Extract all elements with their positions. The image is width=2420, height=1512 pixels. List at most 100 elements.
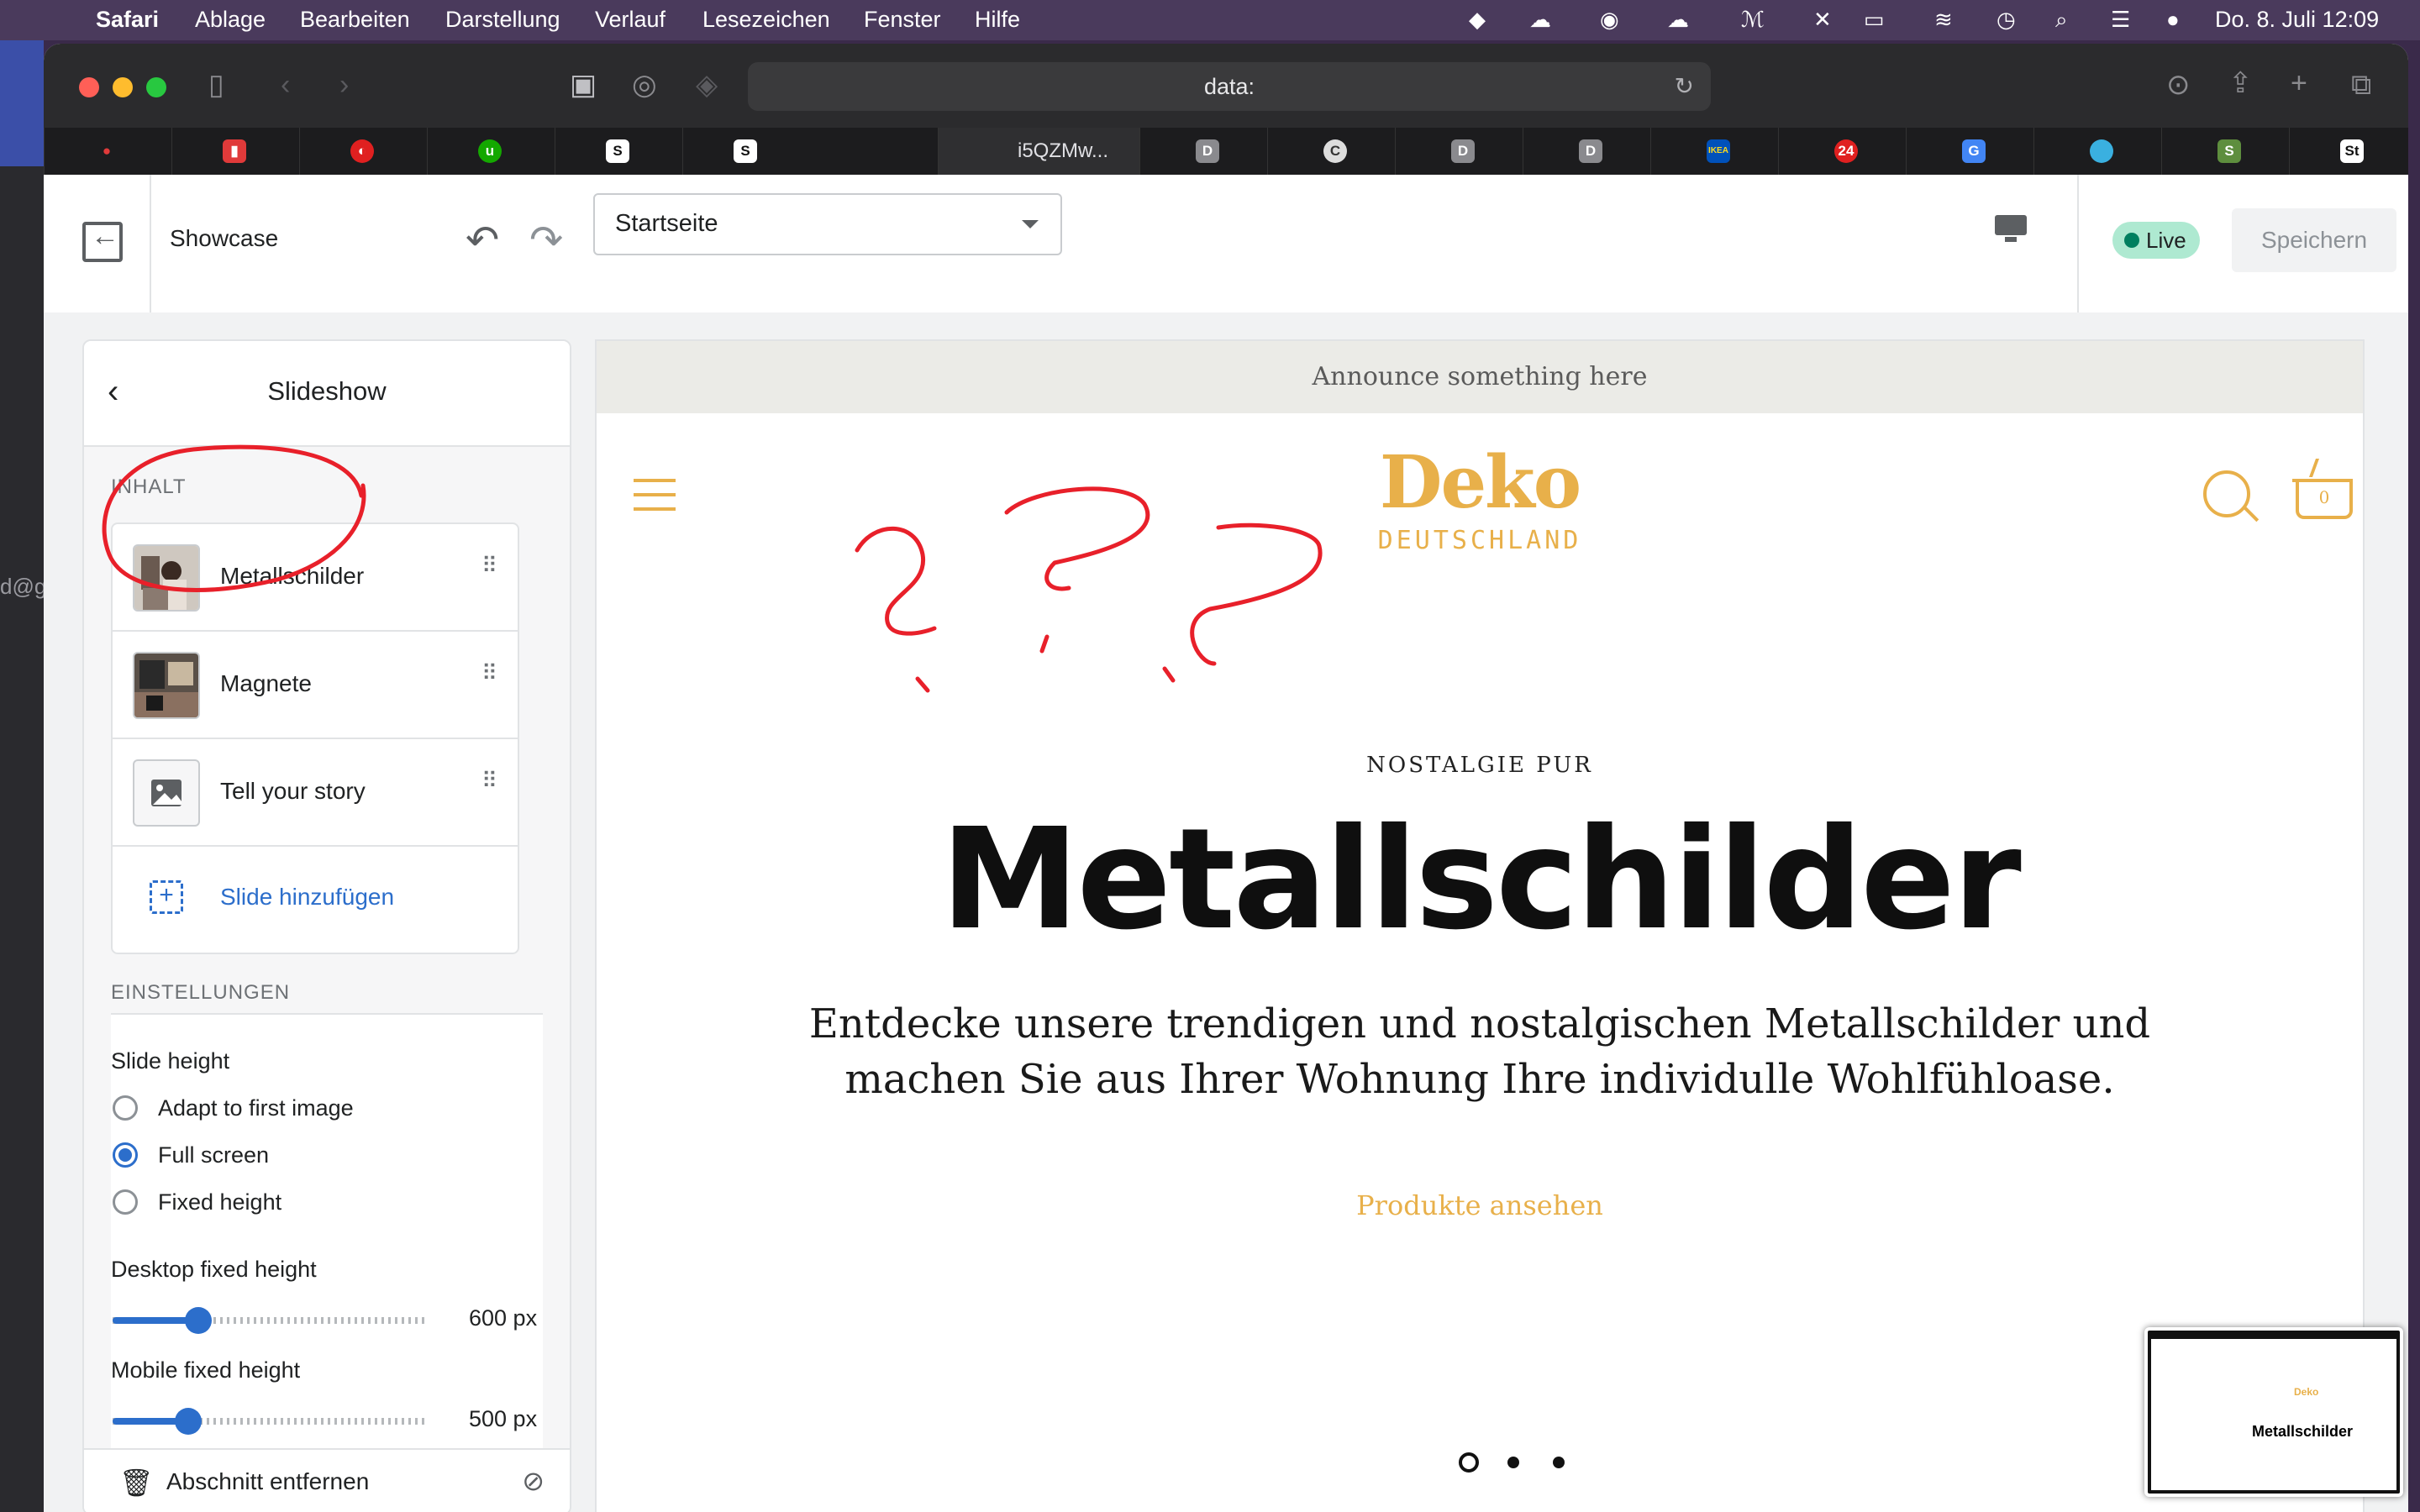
blue-circle-favicon-icon [2090, 139, 2113, 163]
radio-full-screen[interactable] [113, 1142, 138, 1168]
bluetooth-off-icon[interactable]: ✕ [1813, 7, 1832, 33]
tab[interactable]: D [1139, 128, 1268, 175]
store-preview: Announce something here Deko DEUTSCHLAND… [595, 339, 2365, 1512]
slide-dot[interactable] [1507, 1457, 1519, 1468]
block-item-magnete[interactable]: Magnete ⠿ [113, 632, 518, 739]
menu-bearbeiten[interactable]: Bearbeiten [300, 7, 410, 33]
active-tab[interactable]: i5QZMw... [938, 128, 1140, 175]
chevron-down-icon [1022, 220, 1039, 228]
search-icon[interactable] [2203, 470, 2250, 517]
tab[interactable] [2033, 128, 2162, 175]
hide-section-icon[interactable]: ⊘ [522, 1465, 544, 1497]
tab[interactable]: u [427, 128, 555, 175]
dropbox-icon[interactable]: ◆ [1469, 7, 1486, 33]
zoom-window-button[interactable] [146, 77, 166, 97]
desktop-height-slider[interactable] [113, 1307, 429, 1334]
menu-fenster[interactable]: Fenster [864, 7, 941, 33]
share-icon[interactable]: ⇪ [2228, 69, 2253, 97]
back-icon[interactable]: ‹ [281, 71, 290, 99]
tab[interactable]: IKEA [1650, 128, 1779, 175]
menu-app-name[interactable]: Safari [96, 7, 159, 33]
time-machine-icon[interactable]: ◷ [1996, 7, 2016, 33]
tab[interactable]: D [1523, 128, 1651, 175]
trash-icon[interactable]: 🗑 [119, 1467, 154, 1499]
add-slide-button[interactable]: + Slide hinzufügen [113, 843, 518, 951]
editor-header: Showcase ↶ ↷ Startseite Live Speichern [44, 175, 2408, 314]
slide-thumbnail [133, 544, 200, 612]
control-center-icon[interactable]: ☰ [2111, 7, 2130, 33]
tab-overview-icon[interactable]: ⧉ [2351, 71, 2371, 99]
menu-darstellung[interactable]: Darstellung [445, 7, 560, 33]
forward-icon[interactable]: › [339, 71, 349, 99]
radio-adapt-to-first-image[interactable] [113, 1095, 138, 1121]
upload-cloud-icon[interactable]: ☁ [1667, 7, 1689, 33]
cart-icon[interactable]: 0 [2292, 479, 2353, 519]
st-favicon-icon: St [2340, 139, 2364, 163]
page-select[interactable]: Startseite [593, 193, 1062, 255]
d-favicon-icon: D [1196, 139, 1219, 163]
shopify-favicon-icon: S [2217, 139, 2241, 163]
section-settings-sidebar: ‹ Slideshow INHALT Metallschilder ⠿ Magn… [82, 339, 571, 1512]
sidebar-toggle-icon[interactable]: ▯ [208, 71, 224, 99]
close-window-button[interactable] [79, 77, 99, 97]
new-tab-icon[interactable]: + [2291, 69, 2307, 97]
mobile-height-slider[interactable] [113, 1408, 429, 1435]
privacy-shield-icon[interactable]: ◈ [696, 71, 718, 99]
status-label: Live [2146, 228, 2186, 253]
slider-handle[interactable] [175, 1408, 203, 1435]
tab[interactable]: S [682, 128, 811, 175]
drag-handle-icon[interactable]: ⠿ [481, 662, 497, 684]
screenshot-thumbnail[interactable]: Deko Metallschilder [2144, 1327, 2403, 1497]
tab[interactable]: G [1906, 128, 2034, 175]
tab[interactable]: ▮ [171, 128, 300, 175]
undo-icon[interactable]: ↶ [466, 217, 499, 264]
menu-hilfe[interactable]: Hilfe [975, 7, 1020, 33]
siri-icon[interactable]: ● [2166, 7, 2180, 33]
redo-icon[interactable]: ↷ [529, 217, 563, 264]
ikea-favicon-icon: IKEA [1707, 139, 1730, 163]
password-manager-icon[interactable]: ◉ [1600, 7, 1619, 33]
cloud-sync-icon[interactable]: ☁ [1529, 7, 1551, 33]
menu-verlauf[interactable]: Verlauf [595, 7, 666, 33]
radio-fixed-height[interactable] [113, 1189, 138, 1215]
tab[interactable]: S [555, 128, 683, 175]
downloads-icon[interactable]: ⊙ [2166, 71, 2191, 99]
tab[interactable]: ◐ [299, 128, 428, 175]
slide-dot[interactable] [1459, 1452, 1479, 1473]
tab[interactable]: C [1267, 128, 1396, 175]
menu-ablage[interactable]: Ablage [195, 7, 266, 33]
exit-icon [82, 220, 123, 262]
drag-handle-icon[interactable]: ⠿ [481, 769, 497, 791]
announcement-bar[interactable]: Announce something here [597, 341, 2363, 413]
drag-handle-icon[interactable]: ⠿ [481, 554, 497, 576]
battery-icon[interactable]: ▭ [1864, 7, 1885, 33]
wifi-icon[interactable]: ≋ [1934, 7, 1953, 33]
divider [2077, 175, 2079, 312]
exit-editor-button[interactable] [57, 175, 151, 312]
tab[interactable]: S [2161, 128, 2290, 175]
extension-icon[interactable]: ▣ [570, 71, 597, 99]
block-item-metallschilder[interactable]: Metallschilder ⠿ [113, 524, 518, 632]
password-extension-icon[interactable]: ◎ [632, 71, 657, 99]
spotlight-search-icon[interactable]: ⌕ [2055, 7, 2068, 34]
m-app-icon[interactable]: ℳ [1741, 7, 1765, 33]
remove-section-button[interactable]: Abschnitt entfernen [166, 1468, 369, 1495]
menu-lesezeichen[interactable]: Lesezeichen [702, 7, 830, 33]
reload-icon[interactable]: ↻ [1675, 62, 1694, 111]
mobile-height-value: 500 px [469, 1406, 538, 1431]
save-button[interactable]: Speichern [2232, 208, 2396, 272]
slide-cta-link[interactable]: Produkte ansehen [597, 1189, 2363, 1221]
tab[interactable]: D [1395, 128, 1523, 175]
store-logo[interactable]: Deko [597, 440, 2363, 525]
tab[interactable]: St [2289, 128, 2408, 175]
slide-height-label: Slide height [111, 1048, 230, 1074]
block-item-tell-your-story[interactable]: Tell your story ⠿ [113, 739, 518, 847]
slider-handle[interactable] [184, 1307, 212, 1334]
minimize-window-button[interactable] [113, 77, 133, 97]
desktop-preview-icon[interactable] [1995, 215, 2027, 242]
address-bar[interactable]: data: ↻ [748, 62, 1711, 111]
tab[interactable]: ● [44, 128, 172, 175]
menu-clock[interactable]: Do. 8. Juli 12:09 [2215, 7, 2379, 33]
tab[interactable]: 24 [1778, 128, 1907, 175]
slide-dot[interactable] [1553, 1457, 1565, 1468]
